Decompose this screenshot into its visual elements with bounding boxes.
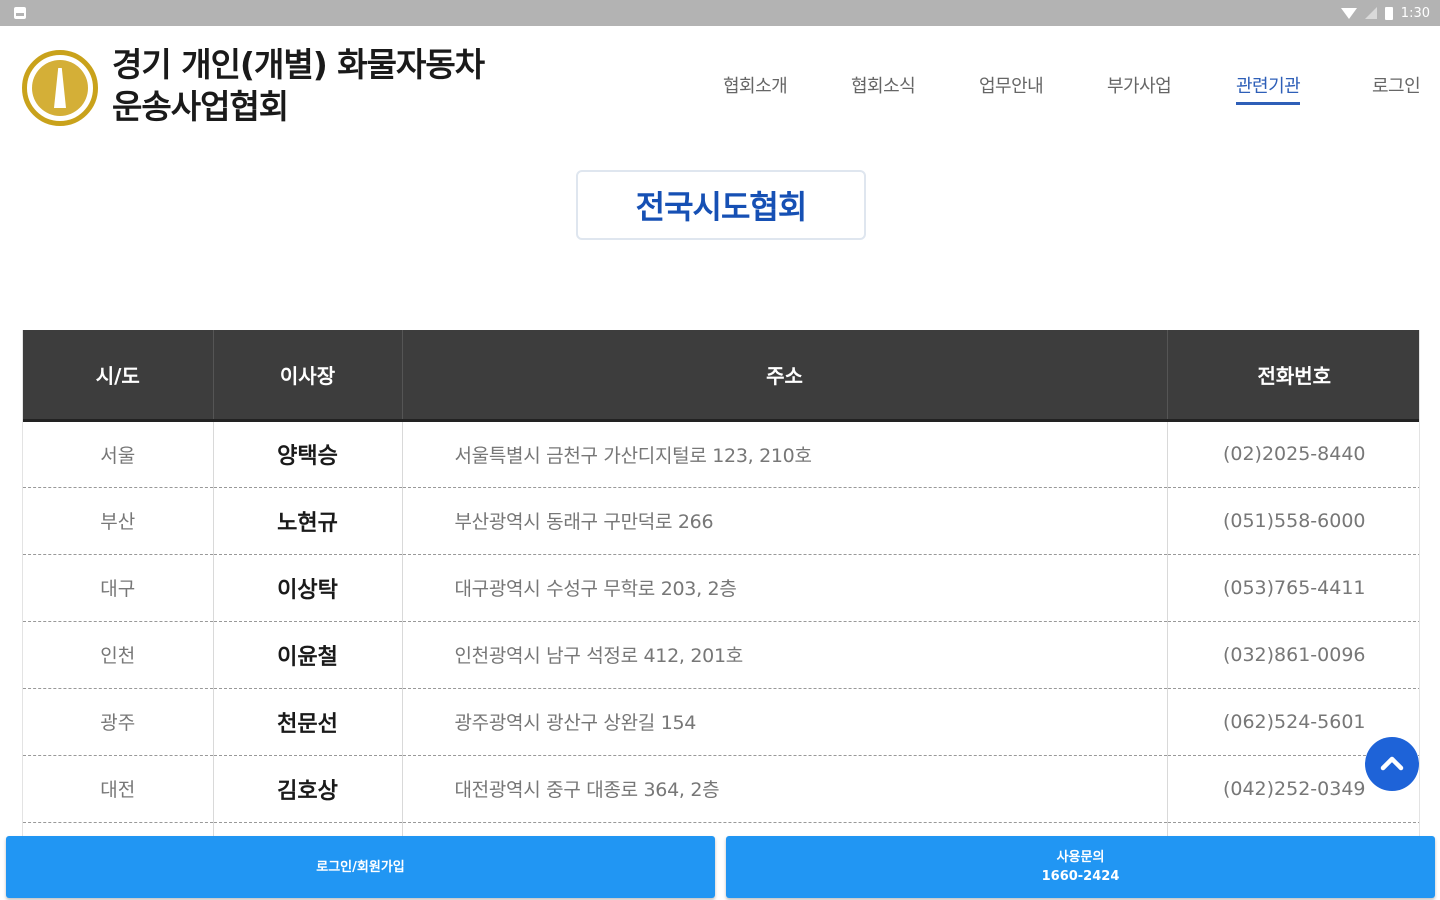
cell-chair: 양택승 [213,420,403,488]
chevron-up-icon [1380,756,1404,771]
associations-table-container[interactable]: 시/도 이사장 주소 전화번호 서울 양택승 서울특별시 금천구 가산디지털로 … [22,330,1420,840]
cell-chair: 이상탁 [213,554,403,622]
nav-item-news[interactable]: 협회소식 [851,72,916,98]
cell-phone[interactable]: (051)558-6000 [1167,487,1419,555]
col-header-chair: 이사장 [213,330,403,422]
cell-city: 광주 [23,688,214,756]
table-row: 인천 이윤철 인천광역시 남구 석정로 412, 201호 (032)861-0… [23,621,1419,689]
table-row: 대구 이상탁 대구광역시 수성구 무학로 203, 2층 (053)765-44… [23,554,1419,622]
cell-address: 광주광역시 광산구 상완길 154 [402,688,1168,756]
login-signup-button[interactable]: 로그인/회원가입 [6,836,715,898]
cell-address: 서울특별시 금천구 가산디지털로 123, 210호 [402,420,1168,488]
nav-item-services[interactable]: 업무안내 [979,72,1044,98]
cell-phone[interactable]: (032)861-0096 [1167,621,1419,689]
status-time: 1:30 [1400,5,1430,21]
nav-item-related-orgs-label: 관련기관 [1236,76,1301,97]
status-bar: 1:30 [0,0,1440,26]
col-header-address: 주소 [402,330,1168,422]
cell-chair: 이윤철 [213,621,403,689]
cell-city: 인천 [23,621,214,689]
cell-chair: 김호상 [213,755,403,823]
login-signup-label: 로그인/회원가입 [316,859,405,875]
notification-icon [14,7,26,19]
table-row: 대전 김호상 대전광역시 중구 대종로 364, 2층 (042)252-034… [23,755,1419,823]
cell-city: 부산 [23,487,214,555]
scroll-to-top-button[interactable] [1365,737,1419,791]
cell-address: 대전광역시 중구 대종로 364, 2층 [402,755,1168,823]
cell-city: 서울 [23,420,214,488]
nav-item-extra-business[interactable]: 부가사업 [1107,72,1172,98]
cell-address: 인천광역시 남구 석정로 412, 201호 [402,621,1168,689]
cell-chair: 천문선 [213,688,403,756]
nav-item-about[interactable]: 협회소개 [723,72,788,98]
main-nav: 협회소개 협회소식 업무안내 부가사업 관련기관 로그인 [0,72,1440,112]
associations-table: 시/도 이사장 주소 전화번호 서울 양택승 서울특별시 금천구 가산디지털로 … [23,330,1419,840]
nav-item-related-orgs[interactable]: 관련기관 [1236,72,1301,105]
cell-address: 부산광역시 동래구 구만덕로 266 [402,487,1168,555]
usage-inquiry-phone: 1660-2424 [1041,869,1120,884]
cell-chair: 노현규 [213,487,403,555]
bottom-action-bar: 로그인/회원가입 사용문의 1660-2424 [0,836,1440,900]
usage-inquiry-label: 사용문의 [1056,850,1105,865]
cell-phone[interactable]: (053)765-4411 [1167,554,1419,622]
col-header-phone: 전화번호 [1167,330,1419,422]
battery-icon [1384,6,1393,20]
cell-address: 대구광역시 수성구 무학로 203, 2층 [402,554,1168,622]
cell-city: 대전 [23,755,214,823]
signal-icon [1364,7,1377,19]
table-header-row: 시/도 이사장 주소 전화번호 [23,330,1419,422]
table-row: 광주 천문선 광주광역시 광산구 상완길 154 (062)524-5601 [23,688,1419,756]
col-header-city: 시/도 [23,330,214,422]
table-row: 부산 노현규 부산광역시 동래구 구만덕로 266 (051)558-6000 [23,487,1419,555]
table-row: 서울 양택승 서울특별시 금천구 가산디지털로 123, 210호 (02)20… [23,420,1419,488]
nav-item-login[interactable]: 로그인 [1372,72,1421,98]
cell-city: 대구 [23,554,214,622]
page-title: 전국시도협회 [635,188,808,226]
cell-phone[interactable]: (02)2025-8440 [1167,420,1419,488]
wifi-icon [1340,7,1357,19]
page-heading-box: 전국시도협회 [576,170,866,240]
usage-inquiry-button[interactable]: 사용문의 1660-2424 [726,836,1435,898]
status-bar-right: 1:30 [1340,4,1430,22]
nav-active-underline [1236,102,1301,105]
